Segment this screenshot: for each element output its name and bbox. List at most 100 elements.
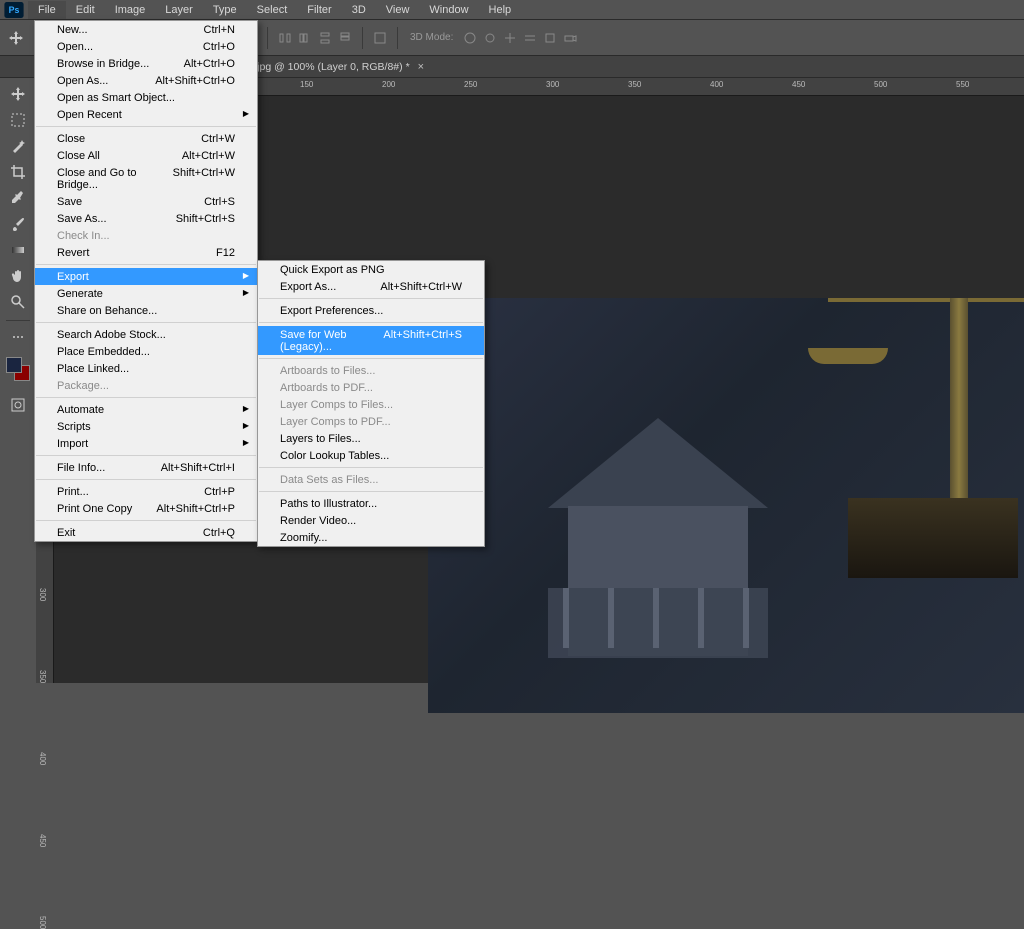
menu-item-open[interactable]: Open...Ctrl+O <box>35 38 257 55</box>
close-icon[interactable]: × <box>418 61 424 73</box>
menu-item-layers-to-files[interactable]: Layers to Files... <box>258 430 484 447</box>
menu-item-scripts[interactable]: Scripts▶ <box>35 418 257 435</box>
3d-camera-icon[interactable] <box>561 29 579 47</box>
menu-item-file-info[interactable]: File Info...Alt+Shift+Ctrl+I <box>35 459 257 476</box>
menu-item-share-on-behance[interactable]: Share on Behance... <box>35 302 257 319</box>
extra-opt-icon[interactable] <box>371 29 389 47</box>
menu-item-label: File Info... <box>57 462 105 474</box>
3d-slide-icon[interactable] <box>521 29 539 47</box>
menu-item-package: Package... <box>35 377 257 394</box>
color-swatches[interactable] <box>4 357 32 387</box>
menu-layer[interactable]: Layer <box>155 1 203 19</box>
foreground-color-swatch[interactable] <box>6 357 22 373</box>
quick-mask-icon[interactable] <box>4 393 32 417</box>
menu-item-render-video[interactable]: Render Video... <box>258 512 484 529</box>
menu-item-new[interactable]: New...Ctrl+N <box>35 21 257 38</box>
menu-item-automate[interactable]: Automate▶ <box>35 401 257 418</box>
menu-item-label: Open... <box>57 41 93 53</box>
menu-item-label: Open as Smart Object... <box>57 92 175 104</box>
chevron-right-icon: ▶ <box>243 271 249 280</box>
dist-3-icon[interactable] <box>316 29 334 47</box>
ruler-tick: 250 <box>464 80 477 89</box>
menu-item-save-as[interactable]: Save As...Shift+Ctrl+S <box>35 210 257 227</box>
menu-help[interactable]: Help <box>479 1 522 19</box>
menu-separator <box>259 491 483 492</box>
menu-item-export-preferences[interactable]: Export Preferences... <box>258 302 484 319</box>
menu-item-artboards-to-pdf: Artboards to PDF... <box>258 379 484 396</box>
menu-item-color-lookup-tables[interactable]: Color Lookup Tables... <box>258 447 484 464</box>
document-canvas[interactable] <box>428 298 1024 713</box>
menu-item-label: Print... <box>57 486 89 498</box>
menu-item-export-as[interactable]: Export As...Alt+Shift+Ctrl+W <box>258 278 484 295</box>
menu-separator <box>36 479 256 480</box>
menu-item-open-as[interactable]: Open As...Alt+Shift+Ctrl+O <box>35 72 257 89</box>
menu-item-generate[interactable]: Generate▶ <box>35 285 257 302</box>
menu-edit[interactable]: Edit <box>66 1 105 19</box>
dist-2-icon[interactable] <box>296 29 314 47</box>
menu-item-close-and-go-to-bridge[interactable]: Close and Go to Bridge...Shift+Ctrl+W <box>35 164 257 193</box>
hand-tool-icon[interactable] <box>4 264 32 288</box>
3d-scale-icon[interactable] <box>541 29 559 47</box>
menu-item-close[interactable]: CloseCtrl+W <box>35 130 257 147</box>
menu-item-open-recent[interactable]: Open Recent▶ <box>35 106 257 123</box>
menu-view[interactable]: View <box>376 1 420 19</box>
menu-item-label: Color Lookup Tables... <box>280 450 389 462</box>
menu-item-shortcut: Alt+Shift+Ctrl+O <box>155 75 235 87</box>
menu-select[interactable]: Select <box>247 1 298 19</box>
menu-item-label: Layers to Files... <box>280 433 361 445</box>
menu-item-quick-export-as-png[interactable]: Quick Export as PNG <box>258 261 484 278</box>
menu-item-place-linked[interactable]: Place Linked... <box>35 360 257 377</box>
menu-item-browse-in-bridge[interactable]: Browse in Bridge...Alt+Ctrl+O <box>35 55 257 72</box>
3d-rotate-icon[interactable] <box>481 29 499 47</box>
menu-item-exit[interactable]: ExitCtrl+Q <box>35 524 257 541</box>
menu-type[interactable]: Type <box>203 1 247 19</box>
menu-item-label: Place Linked... <box>57 363 129 375</box>
menu-file[interactable]: File <box>28 1 66 19</box>
ruler-tick: 350 <box>38 670 47 683</box>
menu-item-label: Layer Comps to Files... <box>280 399 393 411</box>
menu-item-label: Paths to Illustrator... <box>280 498 377 510</box>
menu-item-shortcut: Ctrl+S <box>204 196 235 208</box>
menu-item-label: Import <box>57 438 88 450</box>
menu-item-label: Render Video... <box>280 515 356 527</box>
crop-tool-icon[interactable] <box>4 160 32 184</box>
menu-filter[interactable]: Filter <box>297 1 341 19</box>
menu-item-open-as-smart-object[interactable]: Open as Smart Object... <box>35 89 257 106</box>
menu-3d[interactable]: 3D <box>342 1 376 19</box>
gradient-tool-icon[interactable] <box>4 238 32 262</box>
ruler-tick: 300 <box>38 588 47 601</box>
menu-item-import[interactable]: Import▶ <box>35 435 257 452</box>
menu-item-revert[interactable]: RevertF12 <box>35 244 257 261</box>
3d-orbit-icon[interactable] <box>461 29 479 47</box>
ruler-tick: 150 <box>300 80 313 89</box>
menu-item-label: Browse in Bridge... <box>57 58 149 70</box>
ruler-tick: 400 <box>710 80 723 89</box>
zoom-tool-icon[interactable] <box>4 290 32 314</box>
brush-tool-icon[interactable] <box>4 212 32 236</box>
edit-toolbar-icon[interactable] <box>4 325 32 349</box>
menu-item-search-adobe-stock[interactable]: Search Adobe Stock... <box>35 326 257 343</box>
menu-item-paths-to-illustrator[interactable]: Paths to Illustrator... <box>258 495 484 512</box>
menu-item-label: Export Preferences... <box>280 305 383 317</box>
move-tool-icon[interactable] <box>4 82 32 106</box>
menu-item-save[interactable]: SaveCtrl+S <box>35 193 257 210</box>
menu-item-label: Revert <box>57 247 89 259</box>
menu-item-label: Scripts <box>57 421 91 433</box>
marquee-tool-icon[interactable] <box>4 108 32 132</box>
menu-item-print-one-copy[interactable]: Print One CopyAlt+Shift+Ctrl+P <box>35 500 257 517</box>
dist-1-icon[interactable] <box>276 29 294 47</box>
menu-image[interactable]: Image <box>105 1 156 19</box>
3d-pan-icon[interactable] <box>501 29 519 47</box>
menu-item-save-for-web-legacy[interactable]: Save for Web (Legacy)...Alt+Shift+Ctrl+S <box>258 326 484 355</box>
move-tool-icon[interactable] <box>6 28 26 48</box>
menu-item-export[interactable]: Export▶ <box>35 268 257 285</box>
menu-item-label: Share on Behance... <box>57 305 157 317</box>
menu-item-close-all[interactable]: Close AllAlt+Ctrl+W <box>35 147 257 164</box>
eyedropper-tool-icon[interactable] <box>4 186 32 210</box>
menu-window[interactable]: Window <box>419 1 478 19</box>
menu-item-place-embedded[interactable]: Place Embedded... <box>35 343 257 360</box>
magic-wand-tool-icon[interactable] <box>4 134 32 158</box>
menu-item-zoomify[interactable]: Zoomify... <box>258 529 484 546</box>
menu-item-print[interactable]: Print...Ctrl+P <box>35 483 257 500</box>
dist-4-icon[interactable] <box>336 29 354 47</box>
